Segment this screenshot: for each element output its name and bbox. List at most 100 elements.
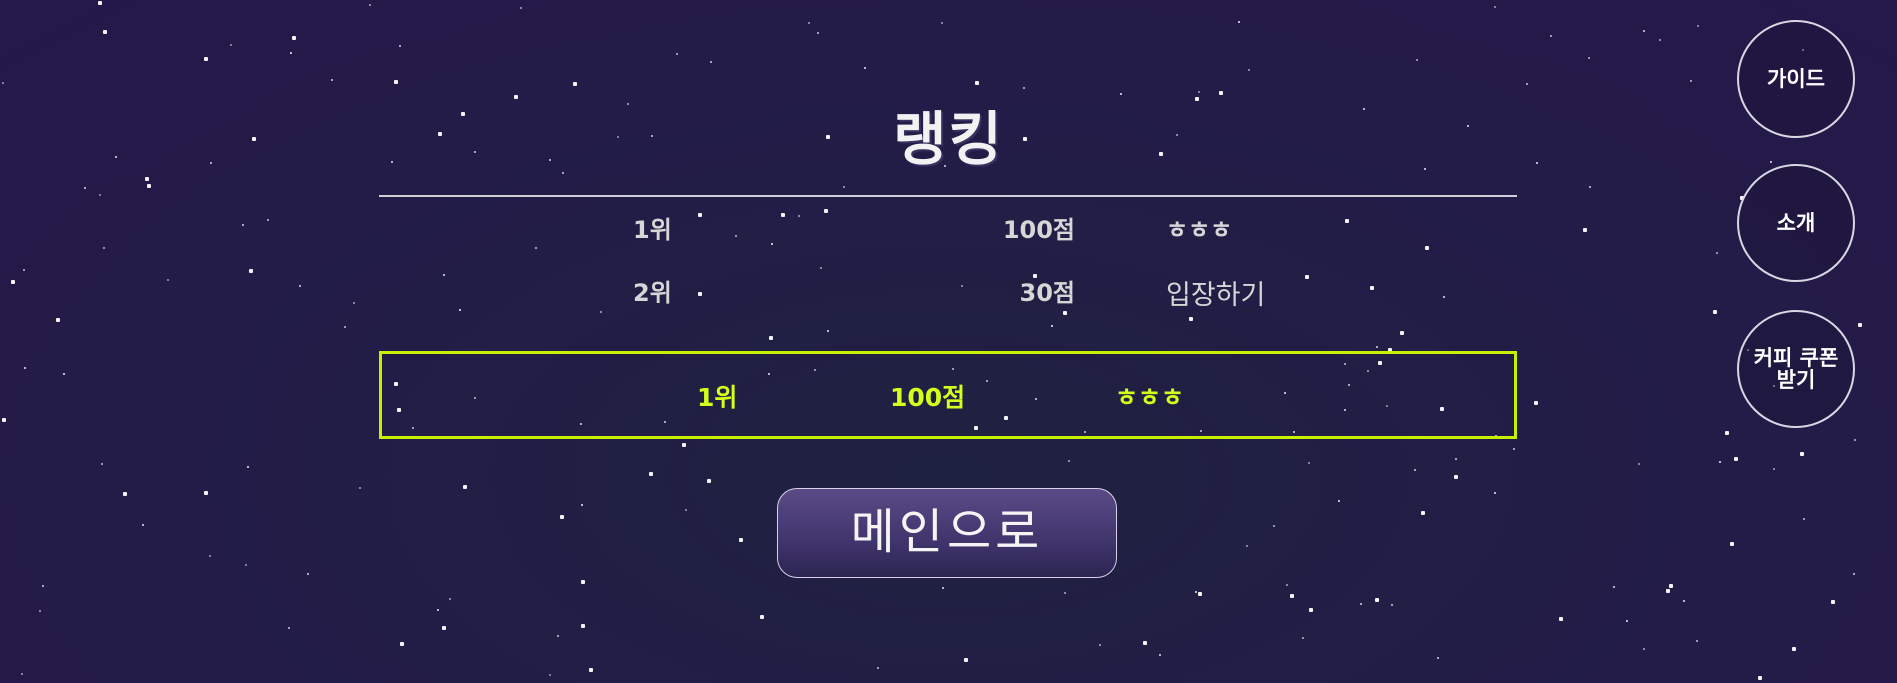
star xyxy=(1360,603,1362,605)
star xyxy=(147,184,151,188)
star xyxy=(399,45,401,47)
coupon-button-label-line1: 커피 쿠폰 xyxy=(1753,346,1839,370)
star xyxy=(1377,599,1379,601)
star xyxy=(1391,604,1393,606)
star xyxy=(1613,586,1615,588)
star xyxy=(400,642,404,646)
star xyxy=(975,81,979,85)
star xyxy=(1421,511,1425,515)
star xyxy=(1853,573,1855,575)
star xyxy=(299,285,301,287)
star xyxy=(685,509,687,511)
star xyxy=(442,626,446,630)
star xyxy=(1159,654,1161,656)
star xyxy=(864,67,866,69)
star xyxy=(1248,69,1250,71)
star xyxy=(1273,525,1275,527)
star xyxy=(1725,431,1729,435)
star xyxy=(204,57,208,61)
star xyxy=(1589,186,1591,188)
star xyxy=(344,326,346,328)
star xyxy=(42,585,44,587)
star xyxy=(1064,592,1066,594)
star xyxy=(843,186,845,188)
star xyxy=(1719,461,1721,463)
star xyxy=(710,61,712,63)
star xyxy=(1559,617,1563,621)
star xyxy=(1697,25,1699,27)
star xyxy=(520,7,522,9)
star xyxy=(760,615,764,619)
star xyxy=(103,30,107,34)
star xyxy=(1246,545,1248,547)
star xyxy=(1437,657,1439,659)
star xyxy=(1189,317,1193,321)
go-main-button[interactable]: 메인으로 xyxy=(777,488,1117,578)
star xyxy=(11,280,15,284)
rank-nickname: ㅎㅎㅎ xyxy=(1166,216,1233,244)
star xyxy=(1494,6,1496,8)
star xyxy=(560,515,564,519)
star xyxy=(682,443,686,447)
star xyxy=(331,79,333,81)
star xyxy=(1758,676,1762,680)
star xyxy=(1683,600,1685,602)
star xyxy=(353,302,355,304)
star xyxy=(1238,21,1240,23)
star xyxy=(1659,39,1661,41)
star xyxy=(142,524,144,526)
star xyxy=(1198,592,1202,596)
coffee-coupon-button[interactable]: 커피 쿠폰 받기 xyxy=(1737,310,1855,428)
star xyxy=(103,247,105,249)
star xyxy=(1400,331,1404,335)
star xyxy=(1534,401,1538,405)
star xyxy=(1068,460,1070,462)
star xyxy=(1455,458,1457,460)
star xyxy=(24,367,26,369)
rank-score: 100점 xyxy=(1002,216,1075,244)
star xyxy=(1308,462,1310,464)
star xyxy=(769,336,773,340)
star xyxy=(549,674,551,676)
star xyxy=(573,82,577,86)
star xyxy=(649,472,653,476)
guide-button[interactable]: 가이드 xyxy=(1737,20,1855,138)
ranking-row: 2위 30점 입장하기 xyxy=(379,273,1517,313)
star xyxy=(1792,647,1796,651)
rank-score: 30점 xyxy=(1019,279,1075,307)
star xyxy=(23,269,25,271)
star xyxy=(63,373,65,375)
rank-position: 2위 xyxy=(633,279,672,307)
intro-button[interactable]: 소개 xyxy=(1737,164,1855,282)
star xyxy=(247,466,249,468)
star xyxy=(1666,589,1670,593)
rank-nickname: 입장하기 xyxy=(1166,280,1266,311)
star xyxy=(964,658,968,662)
star xyxy=(877,667,879,669)
star xyxy=(145,177,149,181)
star xyxy=(21,673,23,675)
star xyxy=(288,627,290,629)
rank-position: 1위 xyxy=(633,216,672,244)
star xyxy=(1023,87,1025,89)
star xyxy=(230,44,232,46)
my-rank-position: 1위 xyxy=(697,383,738,412)
star xyxy=(1730,542,1734,546)
star xyxy=(1643,30,1645,32)
page-title: 랭킹 xyxy=(893,105,1004,173)
star xyxy=(1626,620,1628,622)
star xyxy=(1696,640,1698,642)
star xyxy=(1376,346,1378,348)
star xyxy=(1513,448,1515,450)
star xyxy=(1734,457,1738,461)
star xyxy=(2,418,6,422)
coupon-button-label-line2: 받기 xyxy=(1776,368,1816,392)
star xyxy=(292,36,296,40)
star xyxy=(1195,591,1197,593)
star xyxy=(167,279,169,281)
star xyxy=(1338,500,1340,502)
my-rank-box: 1위 100점 ㅎㅎㅎ xyxy=(379,351,1517,439)
star xyxy=(808,22,810,24)
star xyxy=(204,491,208,495)
guide-button-label: 가이드 xyxy=(1767,67,1825,91)
